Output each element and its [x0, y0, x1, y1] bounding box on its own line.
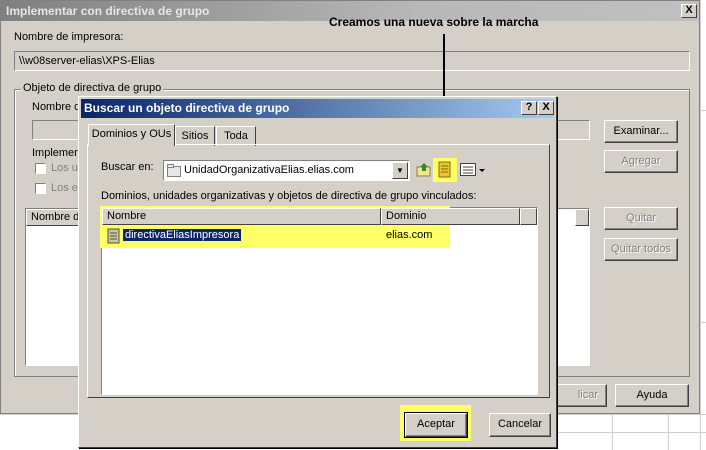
list-item-name: directivaEliasImpresora [123, 229, 242, 241]
printer-name-label: Nombre de impresora: [14, 31, 124, 43]
cancel-button[interactable]: Cancelar [489, 413, 551, 437]
search-gpo-dialog: Buscar un objeto directiva de grupo ? X … [78, 96, 557, 448]
dialog-title: Implementar con directiva de grupo [6, 4, 210, 18]
grid-line [668, 414, 669, 450]
grid-line [700, 110, 706, 111]
gpo-name-label: Nombre d [32, 101, 81, 113]
tab-domains-ous[interactable]: Dominios y OUs [88, 124, 175, 146]
search-dialog-titlebar: Buscar un objeto directiva de grupo [81, 99, 554, 118]
search-dialog-title: Buscar un objeto directiva de grupo [84, 101, 290, 115]
tab-all[interactable]: Toda [216, 126, 256, 146]
close-icon: X [542, 101, 550, 113]
new-gpo-icon[interactable] [437, 161, 453, 179]
column-header-end [520, 208, 537, 225]
browse-button[interactable]: Examinar... [604, 120, 678, 143]
column-header-domain[interactable]: Dominio [381, 208, 520, 225]
help-title-button[interactable]: ? [521, 101, 537, 115]
look-in-select[interactable]: UnidadOrganizativaElias.elias.com ▼ [163, 160, 410, 181]
list-caption: Dominios, unidades organizativas y objet… [101, 190, 477, 202]
gpo-name-input[interactable] [32, 120, 82, 140]
look-in-value: UnidadOrganizativaElias.elias.com [184, 164, 354, 176]
remove-button[interactable]: Quitar [604, 207, 678, 230]
gpo-icon [107, 228, 120, 244]
grid-line [612, 414, 613, 450]
gpo-name-input-end [556, 120, 590, 140]
grid-line [700, 0, 701, 450]
annotation-text: Creamos una nueva sobre la marcha [329, 15, 539, 29]
remove-all-button[interactable]: Quitar todos [604, 238, 678, 261]
chevron-down-icon: ▼ [396, 166, 404, 175]
implement-label: Implemen [32, 147, 81, 159]
users-checkbox[interactable] [35, 163, 46, 174]
gpo-group-title: Objeto de directiva de grupo [21, 82, 164, 94]
computers-checkbox[interactable] [35, 183, 46, 194]
gpo-search-list[interactable]: Nombre Dominio directivaEliasImpresora e… [100, 206, 538, 395]
ok-button[interactable]: Aceptar [404, 412, 468, 438]
view-options-icon[interactable] [460, 163, 486, 177]
gpo-list-column-end [575, 209, 589, 226]
list-item-domain: elias.com [386, 229, 433, 241]
help-icon: ? [525, 101, 533, 113]
column-header-name[interactable]: Nombre [102, 208, 381, 225]
search-close-button[interactable]: X [538, 101, 554, 115]
gpo-list-column-name[interactable]: Nombre d [26, 209, 81, 226]
dropdown-arrow-button[interactable]: ▼ [392, 162, 408, 179]
grid-line [700, 322, 706, 323]
up-folder-icon[interactable] [416, 162, 432, 178]
printer-name-field: \\w08server-elias\XPS-Elias [14, 51, 690, 71]
list-item[interactable]: directivaEliasImpresora elias.com [106, 228, 446, 244]
grid-line [557, 432, 706, 433]
tab-sites[interactable]: Sitios [175, 126, 215, 146]
close-button[interactable]: X [681, 4, 697, 18]
close-icon: X [685, 4, 693, 16]
help-button[interactable]: Ayuda [615, 384, 689, 407]
add-button[interactable]: Agregar [604, 150, 678, 173]
look-in-label: Buscar en: [101, 161, 154, 173]
folder-icon [167, 164, 181, 177]
